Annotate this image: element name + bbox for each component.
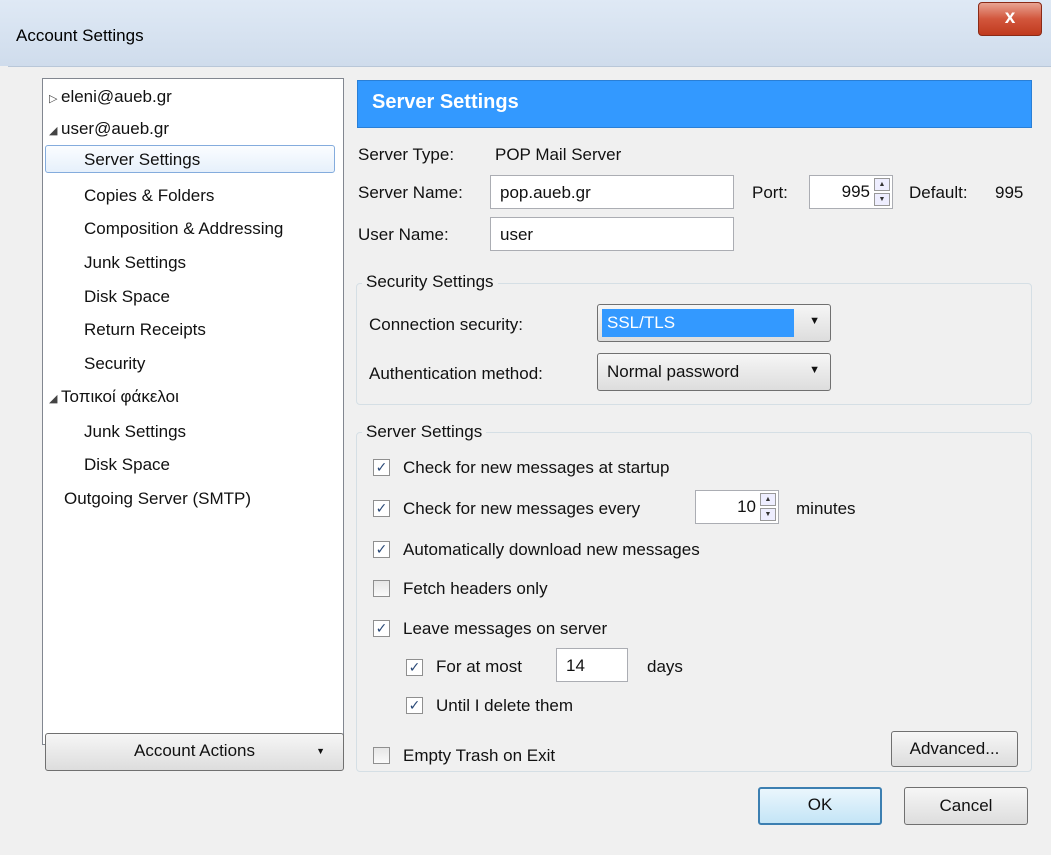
tree-item-label: Copies & Folders [84, 186, 215, 205]
tree-item-outgoing-server[interactable]: Outgoing Server (SMTP) [64, 485, 251, 513]
days-field[interactable]: 14 [556, 648, 628, 682]
dropdown-arrow-icon: ▼ [809, 315, 820, 327]
tree-item-local-junk-settings[interactable]: Junk Settings [84, 418, 186, 446]
server-type-value: POP Mail Server [495, 145, 622, 164]
empty-trash-checkbox[interactable] [373, 747, 390, 764]
spin-up-icon[interactable]: ▲ [874, 178, 890, 191]
tree-item-composition-addressing[interactable]: Composition & Addressing [84, 215, 283, 243]
spin-down-icon[interactable]: ▼ [874, 193, 890, 206]
tree-item-label: Junk Settings [84, 422, 187, 441]
until-delete-checkbox[interactable]: ✓ [406, 697, 423, 714]
for-at-most-label[interactable]: For at most [436, 657, 522, 677]
account-settings-window: Account Settings x ▷ eleni@aueb.gr ◢ user@… [0, 0, 1051, 855]
dropdown-arrow-icon: ▼ [809, 364, 820, 376]
page-title: Server Settings [372, 91, 519, 113]
advanced-button[interactable]: Advanced... [891, 731, 1018, 767]
connection-security-label: Connection security: [369, 315, 524, 334]
tree-item-label: Disk Space [84, 287, 170, 306]
port-label: Port: [752, 183, 788, 202]
tree-item-label: eleni@aueb.gr [61, 87, 172, 106]
auth-method-select[interactable]: Normal password ▼ [597, 353, 831, 391]
tree-item-label: Composition & Addressing [84, 219, 284, 238]
connection-security-value: SSL/TLS [602, 309, 794, 337]
tree-item-label: Junk Settings [84, 253, 187, 272]
auth-method-value: Normal password [607, 362, 740, 381]
tree-item-label: Disk Space [84, 455, 170, 474]
for-at-most-checkbox[interactable]: ✓ [406, 659, 423, 676]
check-startup-label[interactable]: Check for new messages at startup [403, 458, 669, 478]
server-name-field[interactable]: pop.aueb.gr [490, 175, 734, 209]
check-startup-checkbox[interactable]: ✓ [373, 459, 390, 476]
days-label: days [647, 657, 683, 676]
tree-item-user-account[interactable]: ◢ user@aueb.gr [49, 115, 169, 143]
server-settings-group [356, 432, 1032, 772]
until-delete-label[interactable]: Until I delete them [436, 696, 573, 716]
collapse-twisty-icon[interactable]: ◢ [49, 385, 61, 413]
server-type-label: Server Type: [358, 145, 455, 164]
empty-trash-label[interactable]: Empty Trash on Exit [403, 746, 555, 766]
check-interval-stepper[interactable]: 10 ▲ ▼ [695, 490, 779, 524]
fetch-headers-label[interactable]: Fetch headers only [403, 579, 548, 599]
tree-item-disk-space[interactable]: Disk Space [84, 283, 170, 311]
collapse-twisty-icon[interactable]: ◢ [49, 117, 61, 145]
tree-item-junk-settings[interactable]: Junk Settings [84, 249, 186, 277]
connection-security-select[interactable]: SSL/TLS ▼ [597, 304, 831, 342]
tree-item-label: user@aueb.gr [61, 119, 169, 138]
auth-method-label: Authentication method: [369, 364, 543, 383]
window-title: Account Settings [16, 26, 144, 45]
auto-download-checkbox[interactable]: ✓ [373, 541, 390, 558]
expand-twisty-icon[interactable]: ▷ [49, 85, 61, 113]
leave-on-server-checkbox[interactable]: ✓ [373, 620, 390, 637]
spin-up-icon[interactable]: ▲ [760, 493, 776, 506]
leave-on-server-label[interactable]: Leave messages on server [403, 619, 607, 639]
cancel-button[interactable]: Cancel [904, 787, 1028, 825]
fetch-headers-checkbox[interactable] [373, 580, 390, 597]
port-value: 995 [841, 182, 870, 201]
tree-item-return-receipts[interactable]: Return Receipts [84, 316, 206, 344]
title-bar: Account Settings x [0, 0, 1051, 67]
page-header: Server Settings [357, 80, 1032, 128]
tree-item-copies-folders[interactable]: Copies & Folders [84, 182, 214, 210]
tree-item-local-disk-space[interactable]: Disk Space [84, 451, 170, 479]
check-every-checkbox[interactable]: ✓ [373, 500, 390, 517]
tree-item-label: Τοπικοί φάκελοι [61, 387, 179, 406]
account-tree[interactable]: ▷ eleni@aueb.gr ◢ user@aueb.gr Server Sett… [42, 78, 344, 745]
tree-item-security[interactable]: Security [84, 350, 145, 378]
security-settings-title: Security Settings [362, 272, 498, 292]
check-every-label[interactable]: Check for new messages every [403, 499, 640, 519]
window-edge [0, 66, 8, 855]
default-port-label: Default: [909, 183, 968, 202]
minutes-label: minutes [796, 499, 856, 518]
spin-down-icon[interactable]: ▼ [760, 508, 776, 521]
server-settings-group-title: Server Settings [362, 422, 487, 442]
server-name-label: Server Name: [358, 183, 463, 202]
check-interval-value: 10 [737, 497, 756, 516]
port-stepper[interactable]: 995 ▲ ▼ [809, 175, 893, 209]
close-button[interactable]: x [978, 2, 1042, 36]
tree-item-label: Return Receipts [84, 320, 206, 339]
default-port-value: 995 [995, 183, 1024, 202]
user-name-field[interactable]: user [490, 217, 734, 251]
account-actions-button[interactable]: Account Actions ▼ [45, 733, 344, 771]
tree-item-label: Outgoing Server (SMTP) [64, 489, 252, 508]
user-name-label: User Name: [358, 225, 449, 244]
tree-item-label: Server Settings [84, 150, 201, 169]
tree-item-local-folders[interactable]: ◢ Τοπικοί φάκελοι [49, 383, 179, 411]
auto-download-label[interactable]: Automatically download new messages [403, 540, 700, 560]
dropdown-arrow-icon: ▼ [316, 746, 325, 756]
account-actions-label: Account Actions [134, 741, 255, 760]
tree-item-server-settings[interactable]: Server Settings [45, 145, 335, 173]
tree-item-label: Security [84, 354, 146, 373]
tree-item-eleni-account[interactable]: ▷ eleni@aueb.gr [49, 83, 172, 111]
ok-button[interactable]: OK [758, 787, 882, 825]
